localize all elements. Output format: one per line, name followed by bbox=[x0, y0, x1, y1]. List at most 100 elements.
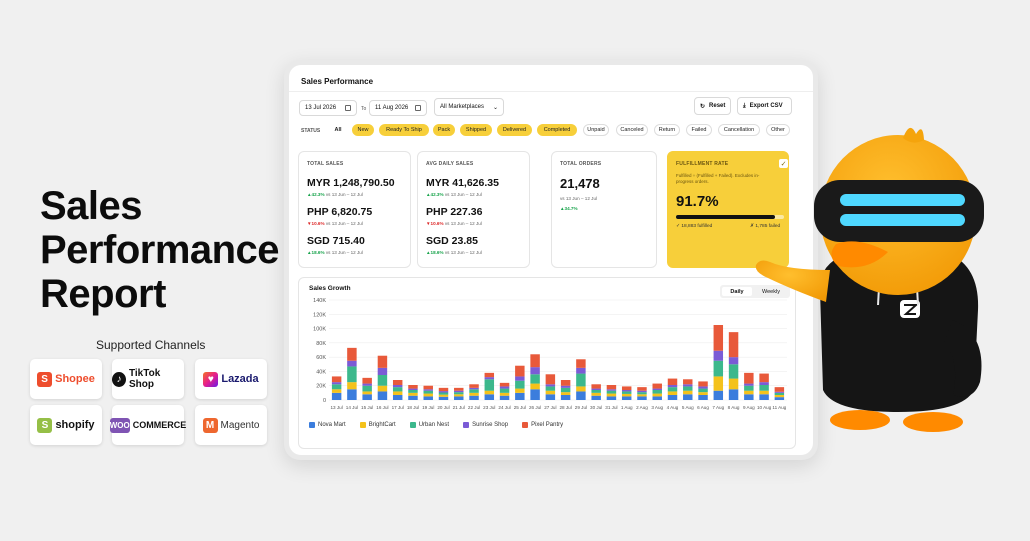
bar-segment-nova-mart[interactable] bbox=[652, 396, 662, 400]
bar-segment-urban-nest[interactable] bbox=[560, 387, 571, 393]
export-csv-button[interactable]: ⤓ Export CSV bbox=[737, 97, 792, 115]
bar-segment-sunrise-shop[interactable] bbox=[331, 382, 342, 385]
bar-segment-pixel-pantry[interactable] bbox=[392, 380, 403, 385]
bar-segment-sunrise-shop[interactable] bbox=[698, 386, 708, 389]
bar-segment-brightcart[interactable] bbox=[637, 394, 647, 397]
bar-segment-brightcart[interactable] bbox=[454, 394, 464, 397]
bar-segment-brightcart[interactable] bbox=[515, 388, 525, 393]
bar-segment-nova-mart[interactable] bbox=[713, 390, 724, 400]
bar-segment-nova-mart[interactable] bbox=[408, 395, 418, 400]
status-chip-shipped[interactable]: Shipped bbox=[460, 124, 492, 136]
bar-segment-sunrise-shop[interactable] bbox=[347, 360, 357, 367]
bar-segment-nova-mart[interactable] bbox=[667, 395, 678, 400]
bar-segment-brightcart[interactable] bbox=[576, 386, 586, 392]
reset-button[interactable]: ↻ Reset bbox=[694, 97, 731, 115]
bar-segment-nova-mart[interactable] bbox=[728, 389, 739, 400]
bar-segment-pixel-pantry[interactable] bbox=[347, 347, 357, 361]
bar-segment-brightcart[interactable] bbox=[408, 392, 418, 396]
bar-segment-sunrise-shop[interactable] bbox=[591, 388, 601, 390]
bar-segment-brightcart[interactable] bbox=[713, 376, 724, 391]
bar-segment-nova-mart[interactable] bbox=[484, 394, 495, 400]
status-chip-ready-to-ship[interactable]: Ready To Ship bbox=[379, 124, 429, 136]
bar-segment-pixel-pantry[interactable] bbox=[438, 387, 449, 392]
bar-segment-urban-nest[interactable] bbox=[576, 373, 586, 387]
bar-segment-nova-mart[interactable] bbox=[499, 395, 510, 400]
bar-segment-sunrise-shop[interactable] bbox=[408, 388, 418, 390]
bar-segment-urban-nest[interactable] bbox=[530, 374, 540, 384]
bar-segment-brightcart[interactable] bbox=[484, 390, 495, 395]
bar-segment-nova-mart[interactable] bbox=[454, 396, 464, 400]
bar-segment-sunrise-shop[interactable] bbox=[530, 367, 540, 375]
bar-segment-sunrise-shop[interactable] bbox=[484, 377, 495, 380]
bar-segment-pixel-pantry[interactable] bbox=[728, 332, 739, 358]
bar-segment-brightcart[interactable] bbox=[560, 392, 571, 395]
bar-segment-nova-mart[interactable] bbox=[347, 389, 357, 400]
status-chip-new[interactable]: New bbox=[352, 124, 374, 136]
bar-segment-pixel-pantry[interactable] bbox=[469, 384, 479, 388]
date-to-input[interactable]: 11 Aug 2026 bbox=[369, 100, 427, 116]
bar-segment-brightcart[interactable] bbox=[652, 393, 662, 397]
bar-segment-nova-mart[interactable] bbox=[362, 394, 372, 400]
bar-segment-pixel-pantry[interactable] bbox=[530, 354, 540, 368]
bar-segment-pixel-pantry[interactable] bbox=[454, 387, 464, 391]
bar-segment-nova-mart[interactable] bbox=[469, 395, 479, 400]
bar-segment-urban-nest[interactable] bbox=[438, 392, 449, 395]
date-from-input[interactable]: 13 Jul 2026 bbox=[299, 100, 357, 116]
bar-segment-brightcart[interactable] bbox=[621, 393, 632, 397]
bar-segment-urban-nest[interactable] bbox=[408, 390, 418, 393]
bar-segment-sunrise-shop[interactable] bbox=[377, 367, 388, 375]
bar-segment-pixel-pantry[interactable] bbox=[362, 377, 372, 384]
bar-segment-nova-mart[interactable] bbox=[438, 396, 449, 400]
status-chip-pack[interactable]: Pack bbox=[433, 124, 455, 136]
bar-segment-brightcart[interactable] bbox=[331, 389, 342, 393]
bar-segment-sunrise-shop[interactable] bbox=[362, 383, 372, 386]
bar-segment-nova-mart[interactable] bbox=[698, 395, 708, 400]
bar-segment-pixel-pantry[interactable] bbox=[545, 374, 556, 385]
bar-segment-urban-nest[interactable] bbox=[606, 390, 617, 394]
bar-segment-sunrise-shop[interactable] bbox=[515, 376, 525, 381]
bar-segment-sunrise-shop[interactable] bbox=[667, 385, 678, 388]
bar-segment-nova-mart[interactable] bbox=[606, 396, 617, 400]
bar-segment-nova-mart[interactable] bbox=[377, 391, 388, 400]
bar-segment-sunrise-shop[interactable] bbox=[728, 357, 739, 365]
bar-segment-sunrise-shop[interactable] bbox=[423, 389, 433, 391]
bar-segment-pixel-pantry[interactable] bbox=[515, 365, 525, 377]
status-chip-delivered[interactable]: Delivered bbox=[497, 124, 532, 136]
bar-segment-pixel-pantry[interactable] bbox=[377, 355, 388, 368]
bar-segment-brightcart[interactable] bbox=[591, 392, 601, 396]
bar-segment-nova-mart[interactable] bbox=[591, 395, 601, 400]
bar-segment-sunrise-shop[interactable] bbox=[621, 390, 632, 392]
bar-segment-brightcart[interactable] bbox=[499, 392, 510, 396]
legend-item[interactable]: Sunrise Shop bbox=[463, 422, 508, 428]
bar-segment-urban-nest[interactable] bbox=[392, 387, 403, 392]
bar-segment-nova-mart[interactable] bbox=[683, 394, 693, 400]
bar-segment-brightcart[interactable] bbox=[545, 390, 556, 395]
bar-segment-nova-mart[interactable] bbox=[331, 392, 342, 400]
bar-segment-sunrise-shop[interactable] bbox=[454, 390, 464, 393]
status-chip-completed[interactable]: Completed bbox=[537, 124, 577, 136]
bar-segment-urban-nest[interactable] bbox=[591, 390, 601, 393]
bar-segment-sunrise-shop[interactable] bbox=[545, 384, 556, 387]
bar-segment-sunrise-shop[interactable] bbox=[560, 385, 571, 388]
bar-segment-brightcart[interactable] bbox=[469, 392, 479, 396]
bar-segment-pixel-pantry[interactable] bbox=[484, 372, 495, 378]
bar-segment-pixel-pantry[interactable] bbox=[606, 385, 617, 390]
bar-segment-sunrise-shop[interactable] bbox=[499, 386, 510, 389]
bar-segment-nova-mart[interactable] bbox=[560, 395, 571, 400]
bar-segment-urban-nest[interactable] bbox=[469, 389, 479, 393]
bar-segment-urban-nest[interactable] bbox=[499, 388, 510, 393]
bar-segment-pixel-pantry[interactable] bbox=[499, 382, 510, 387]
bar-segment-brightcart[interactable] bbox=[606, 393, 617, 397]
bar-segment-pixel-pantry[interactable] bbox=[560, 380, 571, 386]
bar-segment-nova-mart[interactable] bbox=[637, 396, 647, 400]
bar-segment-pixel-pantry[interactable] bbox=[591, 384, 601, 389]
bar-segment-urban-nest[interactable] bbox=[713, 360, 724, 377]
bar-segment-pixel-pantry[interactable] bbox=[423, 385, 433, 390]
bar-segment-urban-nest[interactable] bbox=[621, 391, 632, 394]
bar-segment-brightcart[interactable] bbox=[667, 391, 678, 395]
bar-segment-pixel-pantry[interactable] bbox=[576, 359, 586, 368]
bar-segment-urban-nest[interactable] bbox=[637, 392, 647, 395]
bar-segment-nova-mart[interactable] bbox=[515, 392, 525, 400]
status-chip-failed[interactable]: Failed bbox=[686, 124, 712, 136]
bar-segment-sunrise-shop[interactable] bbox=[713, 350, 724, 361]
